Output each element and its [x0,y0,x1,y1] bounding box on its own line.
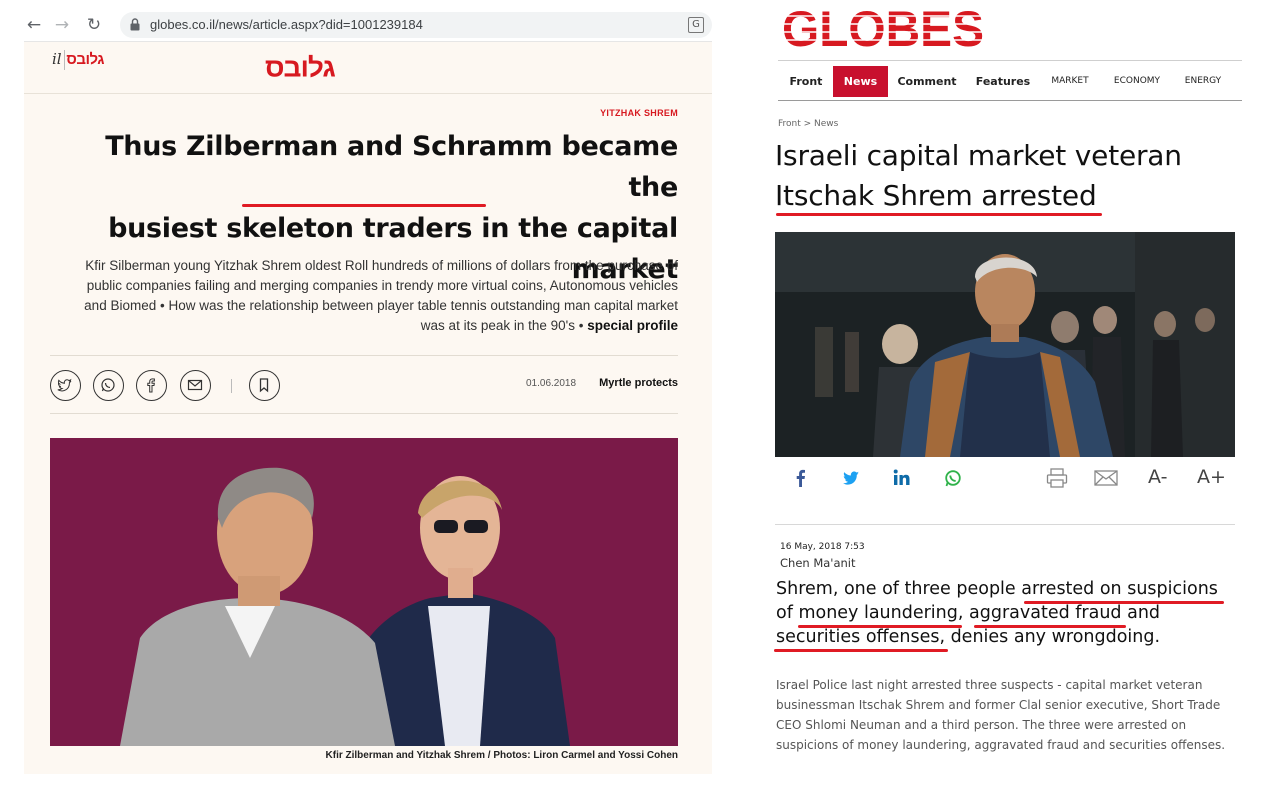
bookmark-icon[interactable] [249,370,280,401]
globes-logo-graphic: GLOBES [782,1,986,57]
reload-icon[interactable]: ↻ [84,15,104,35]
article-author[interactable]: Chen Ma'anit [780,556,856,570]
photo-two-men [50,438,678,746]
lead-text: , [957,603,970,623]
globes-hebrew-logo[interactable]: גלובס [265,53,336,83]
article-subtitle: Kfir Silberman young Yitzhak Shrem oldes… [84,256,678,336]
article-lead: Shrem, one of three people arrested on s… [776,577,1246,649]
header-divider [64,50,65,70]
headline-line-2: Itschak Shrem arrested [775,179,1097,212]
annotation-underline [776,213,1102,216]
lead-line-2: of money laundering, aggravated fraud an… [776,601,1246,625]
article-body: Israel Police last night arrested three … [776,678,1226,752]
email-icon[interactable] [180,370,211,401]
facebook-icon[interactable] [136,370,167,401]
divider [50,355,678,356]
share-divider [231,379,232,393]
nav-features[interactable]: Features [970,66,1036,97]
nav-news[interactable]: News [833,66,888,97]
globes-logo[interactable]: GLOBES [782,1,986,57]
lead-line-1: Shrem, one of three people arrested on s… [776,577,1246,601]
lead-highlight: money laundering [798,603,958,623]
lead-text: and [1121,603,1161,623]
whatsapp-icon[interactable] [944,467,962,489]
article-photo [775,232,1235,457]
headline-text: in the capital [472,213,678,244]
nav-energy[interactable]: ENERGY [1176,66,1230,97]
photo-caption: Kfir Zilberman and Yitzhak Shrem / Photo… [325,750,678,761]
headline-line-1: Thus Zilberman and Schramm became the [105,131,678,203]
english-article-panel: GLOBES Front News Comment Features MARKE… [712,0,1287,787]
lead-line-3: securities offenses, denies any wrongdoi… [776,625,1246,649]
mini-logo-prefix: il [52,50,62,68]
article-date: 16 May, 2018 7:53 [780,542,865,552]
lead-text: Shrem, one of three people [776,579,1022,599]
nav-economy[interactable]: ECONOMY [1104,66,1170,97]
lead-highlight: securities offenses [776,627,940,647]
nav-border-top [778,60,1242,61]
annotation-underline [1024,601,1224,604]
site-header: il גלובס גלובס [24,42,712,94]
subtitle-tag: special profile [587,318,678,333]
facebook-icon[interactable] [794,467,808,489]
annotation-underline [974,625,1126,628]
lead-highlight: arrested on suspicions [1021,579,1218,599]
twitter-icon[interactable] [842,467,860,489]
nav-comment[interactable]: Comment [892,66,962,97]
lead-text: , denies any wrongdoing. [939,627,1161,647]
browser-toolbar: ← → ↻ globes.co.il/news/article.aspx?did… [24,8,712,42]
lock-icon [130,18,140,31]
divider [50,413,678,414]
font-decrease-button[interactable]: A- [1148,466,1167,488]
twitter-icon[interactable] [50,370,81,401]
breadcrumb[interactable]: Front > News [778,119,838,129]
nav-market[interactable]: MARKET [1044,66,1096,97]
forward-icon[interactable]: → [52,15,72,35]
url-text[interactable]: globes.co.il/news/article.aspx?did=10012… [150,17,423,32]
headline-line-1: Israeli capital market veteran [775,139,1182,172]
photo-man-in-jacket [775,232,1235,457]
author-tag[interactable]: YITZHAK SHREM [600,108,678,118]
hebrew-article-panel: ← → ↻ globes.co.il/news/article.aspx?did… [24,8,712,774]
article-date: 01.06.2018 [526,378,577,389]
lead-highlight: aggravated fraud [969,603,1122,623]
headline-text: busiest [108,213,227,244]
print-icon[interactable] [1046,467,1068,489]
font-increase-button[interactable]: A+ [1197,466,1226,488]
back-icon[interactable]: ← [24,15,44,35]
mini-logo[interactable]: il גלובס [52,50,104,68]
nav-border-bottom [778,100,1242,101]
article-byline[interactable]: Myrtle protects [599,377,678,389]
email-icon[interactable] [1094,467,1118,489]
annotation-underline [242,204,486,207]
lead-text: of [776,603,799,623]
article-photo [50,438,678,746]
translate-icon[interactable]: G [688,17,704,33]
annotation-underline [774,649,948,652]
mini-logo-script: גלובס [66,51,104,68]
whatsapp-icon[interactable] [93,370,124,401]
address-bar[interactable]: globes.co.il/news/article.aspx?did=10012… [120,12,712,38]
article-headline: Israeli capital market veteran Itschak S… [775,136,1245,216]
divider [775,524,1235,525]
linkedin-icon[interactable] [893,467,911,489]
globes-logo-text: GLOBES [782,2,984,52]
headline-highlight: skeleton traders [226,213,473,244]
headline-line-2: busiest skeleton traders in the capital [54,208,678,249]
nav-front[interactable]: Front [780,66,832,97]
annotation-underline [798,625,962,628]
